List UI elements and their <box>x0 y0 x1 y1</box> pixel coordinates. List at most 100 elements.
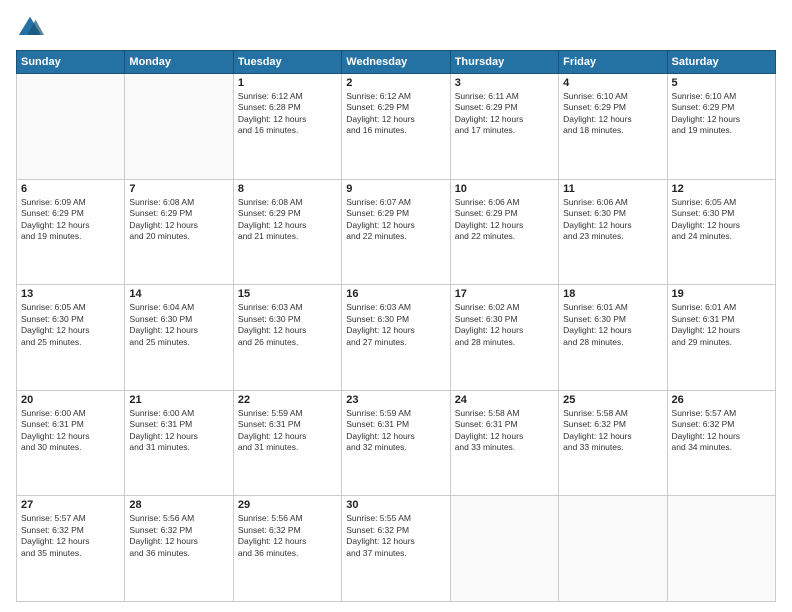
day-number: 5 <box>672 77 771 89</box>
cell-text: Sunrise: 6:09 AMSunset: 6:29 PMDaylight:… <box>21 197 120 243</box>
calendar-cell: 21 Sunrise: 6:00 AMSunset: 6:31 PMDayligh… <box>125 390 233 496</box>
cell-text: Sunrise: 5:58 AMSunset: 6:32 PMDaylight:… <box>563 408 662 454</box>
header <box>16 14 776 42</box>
cell-text: Sunrise: 5:59 AMSunset: 6:31 PMDaylight:… <box>346 408 445 454</box>
cell-text: Sunrise: 5:56 AMSunset: 6:32 PMDaylight:… <box>129 513 228 559</box>
day-number: 9 <box>346 183 445 195</box>
calendar-cell: 24 Sunrise: 5:58 AMSunset: 6:31 PMDayligh… <box>450 390 558 496</box>
calendar-cell: 30 Sunrise: 5:55 AMSunset: 6:32 PMDayligh… <box>342 496 450 602</box>
day-number: 19 <box>672 288 771 300</box>
day-number: 21 <box>129 394 228 406</box>
cell-text: Sunrise: 6:00 AMSunset: 6:31 PMDaylight:… <box>21 408 120 454</box>
calendar-cell: 4 Sunrise: 6:10 AMSunset: 6:29 PMDaylight… <box>559 74 667 180</box>
day-number: 23 <box>346 394 445 406</box>
cell-text: Sunrise: 6:05 AMSunset: 6:30 PMDaylight:… <box>672 197 771 243</box>
cell-text: Sunrise: 5:59 AMSunset: 6:31 PMDaylight:… <box>238 408 337 454</box>
calendar-cell: 12 Sunrise: 6:05 AMSunset: 6:30 PMDayligh… <box>667 179 775 285</box>
cell-text: Sunrise: 6:12 AMSunset: 6:28 PMDaylight:… <box>238 91 337 137</box>
weekday-header-wednesday: Wednesday <box>342 51 450 74</box>
cell-text: Sunrise: 6:03 AMSunset: 6:30 PMDaylight:… <box>346 302 445 348</box>
cell-text: Sunrise: 6:10 AMSunset: 6:29 PMDaylight:… <box>563 91 662 137</box>
day-number: 17 <box>455 288 554 300</box>
day-number: 15 <box>238 288 337 300</box>
cell-text: Sunrise: 6:01 AMSunset: 6:30 PMDaylight:… <box>563 302 662 348</box>
calendar-cell: 7 Sunrise: 6:08 AMSunset: 6:29 PMDaylight… <box>125 179 233 285</box>
calendar-cell: 5 Sunrise: 6:10 AMSunset: 6:29 PMDaylight… <box>667 74 775 180</box>
day-number: 25 <box>563 394 662 406</box>
calendar-cell <box>667 496 775 602</box>
cell-text: Sunrise: 6:05 AMSunset: 6:30 PMDaylight:… <box>21 302 120 348</box>
day-number: 30 <box>346 499 445 511</box>
calendar-cell: 9 Sunrise: 6:07 AMSunset: 6:29 PMDaylight… <box>342 179 450 285</box>
calendar-cell <box>559 496 667 602</box>
cell-text: Sunrise: 6:01 AMSunset: 6:31 PMDaylight:… <box>672 302 771 348</box>
day-number: 6 <box>21 183 120 195</box>
day-number: 7 <box>129 183 228 195</box>
weekday-header-sunday: Sunday <box>17 51 125 74</box>
calendar-cell: 22 Sunrise: 5:59 AMSunset: 6:31 PMDayligh… <box>233 390 341 496</box>
calendar-cell: 16 Sunrise: 6:03 AMSunset: 6:30 PMDayligh… <box>342 285 450 391</box>
logo-icon <box>16 14 44 42</box>
day-number: 3 <box>455 77 554 89</box>
calendar-cell <box>125 74 233 180</box>
day-number: 24 <box>455 394 554 406</box>
day-number: 13 <box>21 288 120 300</box>
day-number: 2 <box>346 77 445 89</box>
calendar-cell: 26 Sunrise: 5:57 AMSunset: 6:32 PMDayligh… <box>667 390 775 496</box>
day-number: 26 <box>672 394 771 406</box>
calendar-row-4: 27 Sunrise: 5:57 AMSunset: 6:32 PMDayligh… <box>17 496 776 602</box>
calendar-cell: 3 Sunrise: 6:11 AMSunset: 6:29 PMDaylight… <box>450 74 558 180</box>
cell-text: Sunrise: 6:08 AMSunset: 6:29 PMDaylight:… <box>238 197 337 243</box>
cell-text: Sunrise: 5:57 AMSunset: 6:32 PMDaylight:… <box>672 408 771 454</box>
calendar-cell: 10Sunrise: 6:06 AMSunset: 6:29 PMDayligh… <box>450 179 558 285</box>
cell-text: Sunrise: 6:04 AMSunset: 6:30 PMDaylight:… <box>129 302 228 348</box>
day-number: 27 <box>21 499 120 511</box>
day-number: 18 <box>563 288 662 300</box>
cell-text: Sunrise: 6:12 AMSunset: 6:29 PMDaylight:… <box>346 91 445 137</box>
day-number: 12 <box>672 183 771 195</box>
cell-text: Sunrise: 5:55 AMSunset: 6:32 PMDaylight:… <box>346 513 445 559</box>
calendar-cell: 17 Sunrise: 6:02 AMSunset: 6:30 PMDayligh… <box>450 285 558 391</box>
weekday-header-tuesday: Tuesday <box>233 51 341 74</box>
weekday-header-row: SundayMondayTuesdayWednesdayThursdayFrid… <box>17 51 776 74</box>
day-number: 8 <box>238 183 337 195</box>
calendar-cell: 27 Sunrise: 5:57 AMSunset: 6:32 PMDayligh… <box>17 496 125 602</box>
calendar-cell: 13 Sunrise: 6:05 AMSunset: 6:30 PMDayligh… <box>17 285 125 391</box>
calendar-cell: 1 Sunrise: 6:12 AMSunset: 6:28 PMDaylight… <box>233 74 341 180</box>
calendar-row-0: 1 Sunrise: 6:12 AMSunset: 6:28 PMDaylight… <box>17 74 776 180</box>
day-number: 28 <box>129 499 228 511</box>
calendar-cell: 6 Sunrise: 6:09 AMSunset: 6:29 PMDaylight… <box>17 179 125 285</box>
cell-text: Sunrise: 6:10 AMSunset: 6:29 PMDaylight:… <box>672 91 771 137</box>
weekday-header-monday: Monday <box>125 51 233 74</box>
calendar-cell: 29Sunrise: 5:56 AMSunset: 6:32 PMDayligh… <box>233 496 341 602</box>
calendar-cell: 20 Sunrise: 6:00 AMSunset: 6:31 PMDayligh… <box>17 390 125 496</box>
cell-text: Sunrise: 6:03 AMSunset: 6:30 PMDaylight:… <box>238 302 337 348</box>
cell-text: Sunrise: 6:02 AMSunset: 6:30 PMDaylight:… <box>455 302 554 348</box>
calendar-cell: 23 Sunrise: 5:59 AMSunset: 6:31 PMDayligh… <box>342 390 450 496</box>
day-number: 16 <box>346 288 445 300</box>
cell-text: Sunrise: 6:00 AMSunset: 6:31 PMDaylight:… <box>129 408 228 454</box>
calendar-cell <box>17 74 125 180</box>
day-number: 22 <box>238 394 337 406</box>
day-number: 20 <box>21 394 120 406</box>
cell-text: Sunrise: 5:58 AMSunset: 6:31 PMDaylight:… <box>455 408 554 454</box>
calendar-cell: 18 Sunrise: 6:01 AMSunset: 6:30 PMDayligh… <box>559 285 667 391</box>
calendar-row-3: 20 Sunrise: 6:00 AMSunset: 6:31 PMDayligh… <box>17 390 776 496</box>
calendar-cell: 14Sunrise: 6:04 AMSunset: 6:30 PMDayligh… <box>125 285 233 391</box>
day-number: 4 <box>563 77 662 89</box>
logo <box>16 14 48 42</box>
calendar-cell: 25 Sunrise: 5:58 AMSunset: 6:32 PMDayligh… <box>559 390 667 496</box>
day-number: 11 <box>563 183 662 195</box>
calendar-cell: 2 Sunrise: 6:12 AMSunset: 6:29 PMDaylight… <box>342 74 450 180</box>
day-number: 29 <box>238 499 337 511</box>
cell-text: Sunrise: 6:07 AMSunset: 6:29 PMDaylight:… <box>346 197 445 243</box>
calendar-table: SundayMondayTuesdayWednesdayThursdayFrid… <box>16 50 776 602</box>
calendar-row-2: 13 Sunrise: 6:05 AMSunset: 6:30 PMDayligh… <box>17 285 776 391</box>
weekday-header-saturday: Saturday <box>667 51 775 74</box>
cell-text: Sunrise: 5:57 AMSunset: 6:32 PMDaylight:… <box>21 513 120 559</box>
calendar-cell: 8 Sunrise: 6:08 AMSunset: 6:29 PMDaylight… <box>233 179 341 285</box>
day-number: 1 <box>238 77 337 89</box>
cell-text: Sunrise: 6:11 AMSunset: 6:29 PMDaylight:… <box>455 91 554 137</box>
weekday-header-friday: Friday <box>559 51 667 74</box>
cell-text: Sunrise: 6:08 AMSunset: 6:29 PMDaylight:… <box>129 197 228 243</box>
